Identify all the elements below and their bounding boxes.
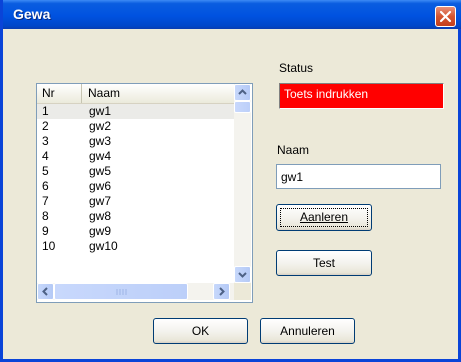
list-item-name: gw3 bbox=[89, 134, 112, 148]
scroll-right-button[interactable] bbox=[213, 283, 230, 300]
cancel-button-label: Annuleren bbox=[280, 324, 335, 338]
list-item-name: gw8 bbox=[89, 209, 112, 223]
list-item[interactable]: 7 gw7 bbox=[37, 194, 234, 209]
list-item-nr: 1 bbox=[42, 104, 49, 118]
status-label: Status bbox=[279, 61, 314, 75]
list-item[interactable]: 3 gw3 bbox=[37, 134, 234, 149]
column-header-nr[interactable]: Nr bbox=[37, 84, 82, 103]
arrow-up-icon bbox=[238, 89, 247, 95]
list-item[interactable]: 4 gw4 bbox=[37, 149, 234, 164]
close-icon bbox=[439, 10, 452, 23]
list-item-nr: 6 bbox=[42, 179, 49, 193]
list-item-name: gw5 bbox=[89, 164, 112, 178]
scroll-up-button[interactable] bbox=[234, 84, 251, 101]
learn-button[interactable]: Aanleren bbox=[276, 204, 372, 231]
horizontal-scroll-thumb[interactable] bbox=[54, 283, 188, 300]
list-rows: 1 gw1 2 gw2 3 gw3 4 gw4 5 gw5 6 gw6 7 gw7 8 gw8 9 gw9 10 gw… bbox=[37, 104, 234, 254]
test-button[interactable]: Test bbox=[276, 250, 372, 276]
list-item[interactable]: 5 gw5 bbox=[37, 164, 234, 179]
arrow-right-icon bbox=[219, 287, 225, 296]
test-button-label: Test bbox=[312, 256, 335, 270]
scrollbar-corner bbox=[234, 283, 251, 300]
list-item-nr: 4 bbox=[42, 149, 49, 163]
scroll-left-button[interactable] bbox=[37, 283, 54, 300]
list-item-nr: 10 bbox=[42, 239, 56, 253]
list-header: Nr Naam bbox=[37, 84, 234, 104]
ok-button-label: OK bbox=[191, 324, 210, 338]
list-item[interactable]: 8 gw8 bbox=[37, 209, 234, 224]
name-label: Naam bbox=[277, 143, 310, 157]
list-item-nr: 8 bbox=[42, 209, 49, 223]
cancel-button[interactable]: Annuleren bbox=[260, 318, 355, 344]
list-item[interactable]: 9 gw9 bbox=[37, 224, 234, 239]
list-item-nr: 9 bbox=[42, 224, 49, 238]
list-item[interactable]: 1 gw1 bbox=[37, 104, 234, 119]
list-item-name: gw9 bbox=[89, 224, 112, 238]
close-button[interactable] bbox=[435, 6, 456, 27]
horizontal-scrollbar[interactable] bbox=[37, 283, 234, 300]
list-item-nr: 2 bbox=[42, 119, 49, 133]
arrow-down-icon bbox=[238, 272, 247, 278]
ok-button[interactable]: OK bbox=[153, 318, 248, 344]
list-item-name: gw1 bbox=[89, 104, 112, 118]
list-item-name: gw10 bbox=[89, 239, 118, 253]
list-item[interactable]: 2 gw2 bbox=[37, 119, 234, 134]
list-item-nr: 7 bbox=[42, 194, 49, 208]
list-item-name: gw6 bbox=[89, 179, 112, 193]
list-item-nr: 3 bbox=[42, 134, 49, 148]
name-input[interactable]: gw1 bbox=[276, 164, 441, 189]
key-list[interactable]: Nr Naam 1 gw1 2 gw2 3 gw3 4 gw4 5 gw5 6 gw6 7 gw7 8 gw8… bbox=[36, 83, 253, 303]
list-item-name: gw4 bbox=[89, 149, 112, 163]
list-item[interactable]: 10 gw10 bbox=[37, 239, 234, 254]
focus-indicator bbox=[280, 208, 368, 227]
status-indicator: Toets indrukken bbox=[279, 83, 444, 109]
column-header-naam[interactable]: Naam bbox=[83, 84, 234, 103]
list-item-nr: 5 bbox=[42, 164, 49, 178]
window-title: Gewa bbox=[13, 6, 51, 22]
title-bar[interactable]: Gewa bbox=[3, 0, 461, 29]
list-item-name: gw2 bbox=[89, 119, 112, 133]
grip-icon bbox=[116, 289, 127, 295]
vertical-scroll-thumb[interactable] bbox=[234, 101, 251, 113]
scroll-down-button[interactable] bbox=[234, 266, 251, 283]
vertical-scrollbar[interactable] bbox=[234, 84, 251, 283]
list-item[interactable]: 6 gw6 bbox=[37, 179, 234, 194]
list-item-name: gw7 bbox=[89, 194, 112, 208]
dialog-window: Gewa Nr Naam 1 gw1 2 gw2 3 gw3 4 gw4 5 gw5 6 gw6 7 gw… bbox=[0, 0, 461, 362]
arrow-left-icon bbox=[42, 287, 48, 296]
